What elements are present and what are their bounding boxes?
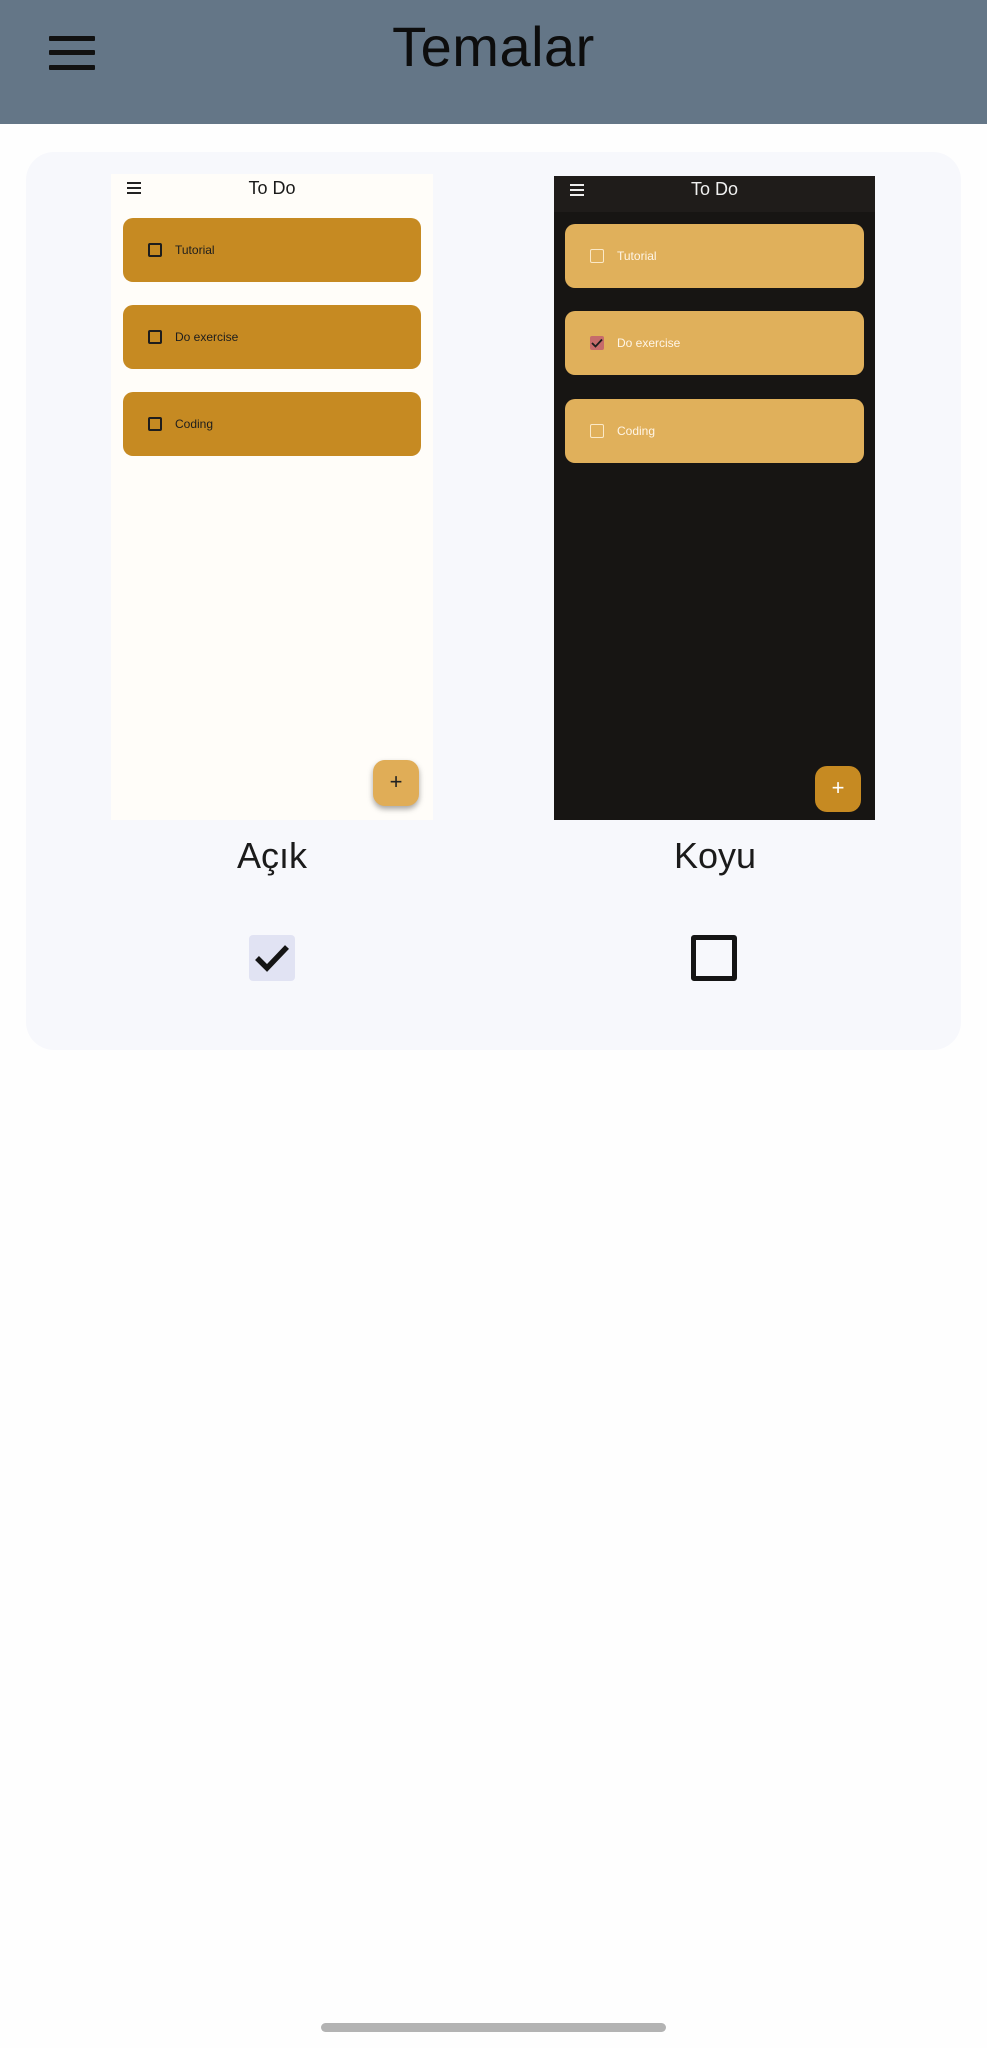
preview-task-item: Do exercise [565, 311, 864, 375]
preview-task-item: Tutorial [123, 218, 421, 282]
checkbox-icon [148, 330, 162, 344]
checkbox-icon [590, 249, 604, 263]
preview-app-bar: To Do [554, 176, 875, 212]
checkbox-icon [590, 424, 604, 438]
preview-task-label: Tutorial [617, 249, 657, 263]
checkbox-icon [148, 243, 162, 257]
preview-task-label: Do exercise [617, 336, 681, 350]
preview-task-item: Coding [123, 392, 421, 456]
preview-task-label: Do exercise [175, 330, 239, 344]
app-bar: Temalar [0, 0, 987, 124]
light-theme-checkbox[interactable] [249, 935, 295, 981]
checked-checkbox-icon [590, 336, 604, 350]
preview-task-item: Coding [565, 399, 864, 463]
preview-task-item: Tutorial [565, 224, 864, 288]
check-icon [255, 945, 289, 972]
add-icon: + [373, 760, 419, 806]
preview-task-item: Do exercise [123, 305, 421, 369]
home-indicator[interactable] [321, 2023, 666, 2032]
light-theme-preview[interactable]: To Do Tutorial Do exercise Coding + [111, 174, 433, 820]
preview-task-label: Tutorial [175, 243, 215, 257]
checkbox-icon [148, 417, 162, 431]
preview-app-bar: To Do [111, 174, 433, 210]
page-title: Temalar [392, 15, 595, 78]
preview-title: To Do [690, 179, 739, 199]
dark-theme-checkbox[interactable] [691, 935, 737, 981]
preview-task-label: Coding [175, 417, 214, 431]
preview-task-label: Coding [617, 424, 656, 438]
preview-title: To Do [248, 178, 296, 198]
dark-theme-preview[interactable]: To Do Tutorial Do exercise Coding + [554, 176, 875, 820]
add-icon: + [815, 766, 861, 812]
theme-label-light: Açık [236, 835, 307, 876]
theme-label-dark: Koyu [673, 835, 757, 876]
